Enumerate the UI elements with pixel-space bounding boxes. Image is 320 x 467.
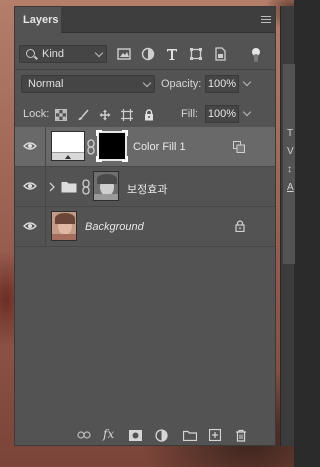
eye-visibility-icon[interactable] [23, 221, 37, 231]
folder-icon [61, 182, 77, 193]
lock-transparent-pixels-icon[interactable] [55, 109, 67, 121]
blend-mode-select[interactable]: Normal [21, 75, 155, 93]
filter-kind-select[interactable]: Kind [19, 45, 107, 63]
row-divider [45, 127, 46, 167]
layer-row-background[interactable]: Background [15, 207, 275, 247]
layer-row-group[interactable]: 보정효과 [15, 167, 275, 207]
delete-layer-icon[interactable] [235, 429, 247, 442]
bottom-toolbar: fx [15, 427, 275, 445]
adjacent-glyph-1: T [287, 128, 294, 139]
eye-visibility-icon[interactable] [23, 181, 37, 191]
layer-name: Color Fill 1 [133, 141, 186, 153]
group-mask-thumbnail[interactable] [93, 171, 119, 201]
layer-mask-thumbnail[interactable] [96, 130, 128, 162]
row-divider [45, 207, 46, 247]
lock-all-icon[interactable] [143, 109, 155, 121]
filter-toggle-icon[interactable] [251, 48, 261, 62]
opacity-dropdown-button[interactable] [241, 75, 253, 93]
opacity-label: Opacity: [161, 78, 202, 90]
search-icon [26, 49, 35, 58]
link-layers-icon[interactable] [77, 431, 91, 439]
lock-artboard-icon[interactable] [121, 109, 133, 121]
lock-row: Lock: Fill: 100% [15, 103, 275, 125]
fill-color-thumbnail[interactable] [51, 131, 85, 161]
lock-image-pixels-icon[interactable] [77, 109, 89, 121]
panel-menu-icon[interactable] [261, 16, 271, 23]
new-layer-icon[interactable] [209, 429, 221, 441]
layer-row-color-fill[interactable]: Color Fill 1 [15, 127, 275, 167]
new-adjustment-icon[interactable] [155, 429, 168, 442]
tab-layers[interactable]: Layers [15, 7, 61, 33]
chevron-right-icon[interactable] [49, 182, 55, 192]
adjacent-glyph-3: ↕ [287, 164, 292, 175]
filter-row: Kind [15, 43, 275, 65]
lock-icon [235, 220, 245, 232]
fill-label: Fill: [181, 108, 199, 120]
adjustment-filter-icon[interactable] [141, 47, 155, 61]
type-filter-icon[interactable] [165, 47, 179, 61]
chevron-down-icon [242, 77, 252, 87]
clipping-indicator-icon [233, 141, 245, 153]
row-divider [45, 167, 46, 207]
blend-row: Normal Opacity: 100% [15, 73, 275, 95]
smart-object-filter-icon[interactable] [213, 47, 227, 61]
panel-tab-bar: Layers [15, 7, 275, 33]
layers-list: Color Fill 1 보정효과 Background [15, 127, 275, 247]
layer-name: Background [85, 221, 144, 233]
adjacent-glyph-2: V [287, 146, 294, 157]
adjacent-panel-card: T V ↕ A [283, 64, 295, 264]
shape-filter-icon[interactable] [189, 47, 203, 61]
chain-link-icon[interactable] [82, 179, 90, 195]
filter-kind-label: Kind [42, 48, 65, 60]
chevron-down-icon [142, 78, 152, 88]
chevron-down-icon [242, 107, 252, 117]
background-thumbnail[interactable] [51, 211, 77, 241]
fill-input[interactable]: 100% [205, 105, 239, 123]
fill-dropdown-button[interactable] [241, 105, 253, 123]
adjacent-glyph-4: A [287, 182, 294, 193]
adjacent-panel: T V ↕ A [280, 6, 295, 446]
chevron-down-icon [94, 48, 104, 58]
layer-name: 보정효과 [127, 184, 168, 196]
lock-label: Lock: [23, 108, 50, 120]
lock-position-icon[interactable] [99, 109, 111, 121]
blend-mode-value: Normal [28, 78, 64, 90]
layers-panel: Layers Kind Normal Opacity: 100% Lock: F… [14, 6, 276, 446]
eye-visibility-icon[interactable] [23, 141, 37, 151]
chain-link-icon[interactable] [87, 139, 95, 155]
image-filter-icon[interactable] [117, 47, 131, 61]
new-group-icon[interactable] [183, 430, 197, 441]
divider [15, 69, 275, 70]
add-mask-icon[interactable] [129, 430, 142, 441]
opacity-input[interactable]: 100% [205, 75, 239, 93]
fx-icon[interactable]: fx [103, 427, 114, 441]
